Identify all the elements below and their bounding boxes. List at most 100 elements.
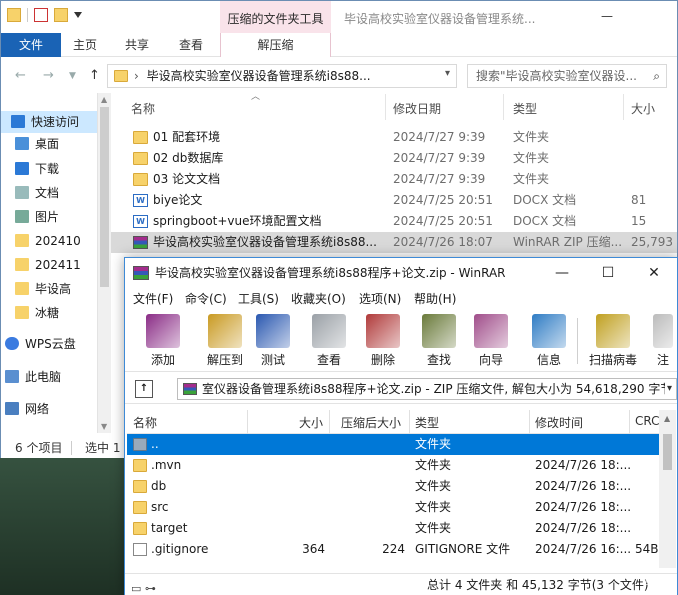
- tab-view[interactable]: 查看: [179, 33, 203, 57]
- archive-path-field[interactable]: 室仪器设备管理系统i8s88程序+论文.zip - ZIP 压缩文件, 解包大小…: [177, 378, 677, 400]
- column-name[interactable]: 名称: [133, 414, 157, 431]
- tab-home[interactable]: 主页: [73, 33, 97, 57]
- up-folder-icon[interactable]: ↑: [135, 380, 153, 398]
- close-icon[interactable]: ✕: [631, 258, 677, 288]
- archive-row[interactable]: db 文件夹 2024/7/26 18:...: [127, 476, 659, 497]
- properties-icon[interactable]: [34, 8, 48, 22]
- toolbar-button-test[interactable]: 测试: [249, 314, 297, 370]
- sidebar-item[interactable]: 毕设高: [1, 278, 97, 300]
- scroll-down-icon[interactable]: ▼: [101, 422, 107, 431]
- archive-row[interactable]: src 文件夹 2024/7/26 18:...: [127, 497, 659, 518]
- folder-icon: [133, 131, 148, 144]
- file-row[interactable]: Wspringboot+vue环境配置文档 2024/7/25 20:51 DOCX…: [111, 211, 677, 232]
- menu-options[interactable]: 选项(N): [359, 288, 401, 310]
- file-row[interactable]: 02 db数据库 2024/7/27 9:39 文件夹: [111, 148, 677, 169]
- winrar-window: 毕设高校实验室仪器设备管理系统i8s88程序+论文.zip - WinRAR —…: [124, 257, 678, 595]
- toolbar-button-virus-scan[interactable]: 扫描病毒: [589, 314, 637, 370]
- menu-file[interactable]: 文件(F): [133, 288, 173, 310]
- tab-share[interactable]: 共享: [125, 33, 149, 57]
- file-row[interactable]: 毕设高校实验室仪器设备管理系统i8s88... 2024/7/26 18:07 Wi…: [111, 232, 677, 253]
- scrollbar-thumb[interactable]: [100, 107, 109, 287]
- column-divider[interactable]: [629, 410, 630, 434]
- toolbar-button-comment[interactable]: 注: [649, 314, 677, 370]
- menu-favorites[interactable]: 收藏夹(O): [291, 288, 346, 310]
- minimize-icon[interactable]: —: [601, 9, 613, 23]
- status-divider: [71, 441, 72, 455]
- scroll-up-icon[interactable]: ▲: [664, 414, 670, 423]
- scroll-up-icon[interactable]: ▲: [101, 95, 107, 104]
- minimize-icon[interactable]: —: [539, 258, 585, 288]
- sidebar-item[interactable]: 图片: [1, 206, 97, 228]
- search-input[interactable]: 搜索"毕设高校实验室仪器设... ⌕: [467, 64, 667, 88]
- tab-file[interactable]: 文件: [1, 33, 61, 57]
- column-divider[interactable]: [329, 410, 330, 434]
- address-field[interactable]: › 毕设高校实验室仪器设备管理系统i8s88...: [107, 64, 457, 88]
- column-divider[interactable]: [503, 94, 504, 120]
- sidebar-item-label: 冰糖: [35, 306, 60, 320]
- archive-row[interactable]: target 文件夹 2024/7/26 18:...: [127, 518, 659, 539]
- sidebar-item[interactable]: 网络: [1, 398, 97, 420]
- view-icon: [312, 314, 346, 348]
- sidebar-item[interactable]: 此电脑: [1, 366, 97, 388]
- archive-list-scrollbar[interactable]: ▲: [659, 410, 676, 568]
- sidebar-item[interactable]: 冰糖: [1, 302, 97, 324]
- archive-row[interactable]: .gitignore 364 224 GITIGNORE 文件 2024/7/26 16…: [127, 539, 659, 560]
- column-modified[interactable]: 修改时间: [535, 414, 583, 431]
- sidebar-item[interactable]: WPS云盘: [1, 333, 97, 355]
- column-divider[interactable]: [385, 94, 386, 120]
- folder-icon[interactable]: [7, 8, 21, 22]
- address-dropdown-icon[interactable]: ▾: [445, 68, 450, 79]
- sidebar-item[interactable]: 202411: [1, 254, 97, 276]
- column-name[interactable]: 名称: [131, 100, 155, 117]
- sidebar-item[interactable]: 文档: [1, 182, 97, 204]
- forward-icon[interactable]: →: [43, 68, 54, 83]
- recent-dropdown-icon[interactable]: ▼: [69, 71, 76, 81]
- star-icon: [11, 115, 25, 128]
- toolbar-button-find[interactable]: 查找: [415, 314, 463, 370]
- scrollbar-thumb[interactable]: [663, 434, 672, 470]
- column-type[interactable]: 类型: [513, 100, 537, 117]
- column-divider[interactable]: [247, 410, 248, 434]
- toolbar-button-add-archive[interactable]: 添加: [139, 314, 187, 370]
- toolbar-button-info[interactable]: 信息: [525, 314, 573, 370]
- new-folder-icon[interactable]: [54, 8, 68, 22]
- sidebar-item-label: 文档: [35, 186, 60, 200]
- info-icon: [532, 314, 566, 348]
- maximize-icon[interactable]: ☐: [585, 258, 631, 288]
- toolbar-button-delete[interactable]: 删除: [359, 314, 407, 370]
- sidebar-item[interactable]: 下载: [1, 158, 97, 180]
- back-icon[interactable]: ←: [15, 68, 26, 83]
- tab-extract[interactable]: 解压缩: [220, 33, 331, 57]
- column-divider[interactable]: [409, 410, 410, 434]
- navigation-scrollbar[interactable]: ▲ ▼: [97, 93, 111, 433]
- toolbar-button-extract[interactable]: 解压到: [201, 314, 249, 370]
- column-divider[interactable]: [623, 94, 624, 120]
- sidebar-item[interactable]: 快速访问: [1, 111, 97, 133]
- sidebar-item-label: 202410: [35, 234, 81, 248]
- toolbar-button-view[interactable]: 查看: [305, 314, 353, 370]
- toolbar-button-label: 解压到: [206, 353, 243, 367]
- toolbar-button-wizard[interactable]: 向导: [467, 314, 515, 370]
- archive-icon: [183, 383, 197, 395]
- path-dropdown-icon[interactable]: ▾: [664, 379, 672, 399]
- chevron-right-icon[interactable]: ›: [134, 69, 139, 83]
- qat-dropdown-icon[interactable]: [74, 12, 82, 18]
- archive-row[interactable]: .mvn 文件夹 2024/7/26 18:...: [127, 455, 659, 476]
- column-packed[interactable]: 压缩后大小: [341, 414, 401, 431]
- menu-commands[interactable]: 命令(C): [185, 288, 227, 310]
- column-divider[interactable]: [529, 410, 530, 434]
- column-date[interactable]: 修改日期: [393, 100, 441, 117]
- archive-row[interactable]: .. 文件夹: [127, 434, 659, 455]
- column-type[interactable]: 类型: [415, 414, 439, 431]
- column-size[interactable]: 大小: [299, 414, 323, 431]
- up-icon[interactable]: ↑: [89, 68, 100, 83]
- sidebar-item[interactable]: 202410: [1, 230, 97, 252]
- file-row[interactable]: Wbiye论文 2024/7/25 20:51 DOCX 文档 81: [111, 190, 677, 211]
- menu-help[interactable]: 帮助(H): [414, 288, 456, 310]
- file-row[interactable]: 01 配套环境 2024/7/27 9:39 文件夹: [111, 127, 677, 148]
- column-size[interactable]: 大小: [631, 100, 655, 117]
- file-row[interactable]: 03 论文文档 2024/7/27 9:39 文件夹: [111, 169, 677, 190]
- sidebar-item[interactable]: 桌面: [1, 133, 97, 155]
- menu-tools[interactable]: 工具(S): [238, 288, 279, 310]
- column-crc[interactable]: CRC: [635, 414, 660, 428]
